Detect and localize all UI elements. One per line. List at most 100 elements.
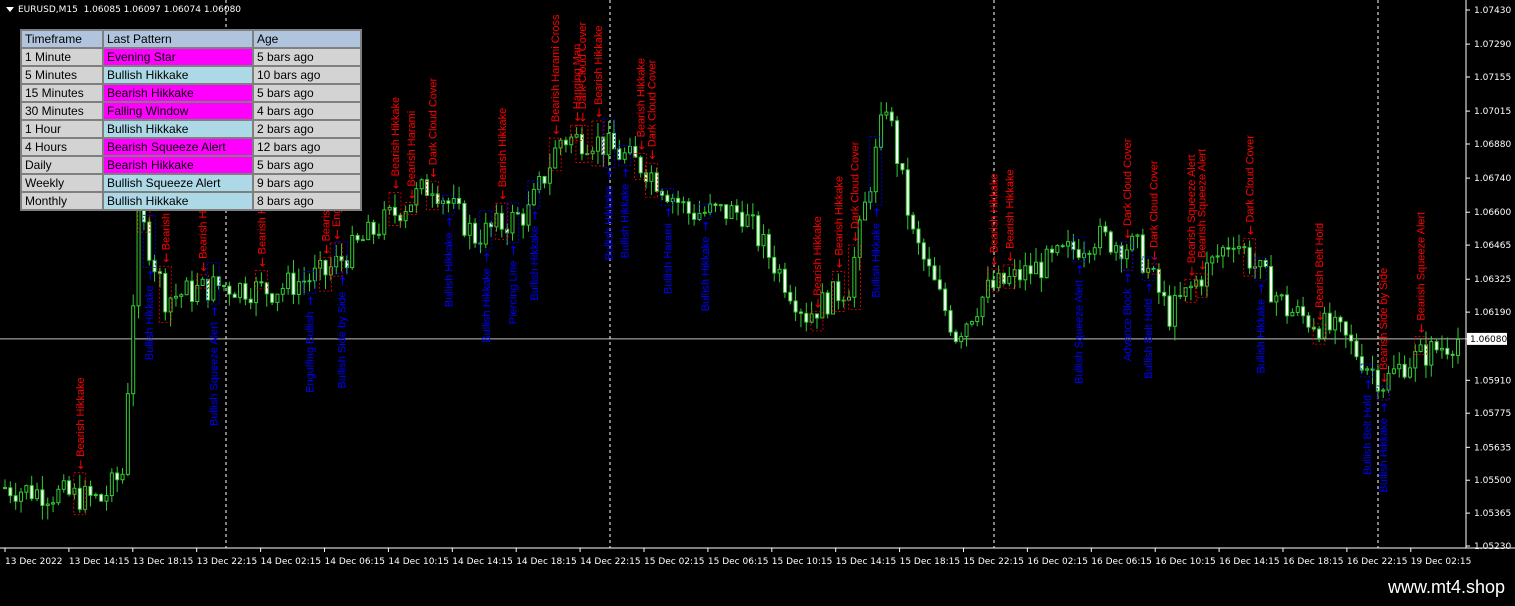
candle-body — [392, 206, 397, 216]
bullish-pattern-label: Bullish Squeeze Alert — [1074, 280, 1086, 384]
candle-body — [56, 488, 61, 504]
candle-body — [1407, 367, 1412, 378]
candle-body — [51, 502, 56, 505]
pattern-cell: Evening Star — [102, 47, 254, 67]
time-label: 16 Dec 02:15 — [1027, 557, 1088, 567]
time-label: 13 Dec 18:15 — [133, 557, 194, 567]
candle-body — [232, 293, 237, 298]
candle-body — [1306, 315, 1311, 328]
candle-body — [184, 280, 189, 296]
candle-body — [622, 152, 627, 160]
candle-body — [1135, 234, 1140, 237]
timeframe-cell: 30 Minutes — [20, 101, 104, 121]
candle-body — [40, 489, 45, 506]
candle-body — [713, 203, 718, 207]
candle-body — [131, 305, 136, 395]
bullish-pattern-label: Bullish Hikkake — [144, 285, 156, 360]
candle-body — [718, 204, 723, 207]
candle-body — [1215, 255, 1220, 258]
bullish-arrow-icon: ↑ — [621, 167, 631, 181]
bearish-pattern-label: Dark Cloud Cover — [1122, 138, 1134, 226]
candle-body — [510, 211, 515, 234]
bullish-arrow-icon: ↑ — [872, 206, 882, 220]
candle-body — [1381, 389, 1386, 392]
bearish-arrow-icon: ↓ — [332, 228, 342, 242]
candle-body — [1290, 311, 1295, 317]
candle-body — [1108, 231, 1113, 253]
candle-body — [1162, 291, 1167, 297]
candle-body — [724, 204, 729, 220]
candle-body — [542, 176, 547, 184]
candle-body — [734, 205, 739, 213]
bearish-arrow-icon: ↓ — [498, 188, 508, 202]
candle-body — [1434, 341, 1439, 351]
candle-body — [1333, 316, 1338, 331]
pattern-cell: Bullish Hikkake — [102, 191, 254, 211]
candle-body — [1236, 246, 1241, 249]
candle-body — [307, 280, 312, 283]
candle-body — [1397, 363, 1402, 370]
pattern-cell: Bearish Hikkake — [102, 155, 254, 175]
candle-body — [1445, 347, 1450, 355]
candle-body — [1188, 285, 1193, 289]
candle-body — [35, 489, 40, 500]
candle-body — [863, 201, 868, 221]
bearish-pattern-label: Bearish Hikkake — [833, 176, 845, 255]
dropdown-triangle-icon[interactable] — [6, 7, 14, 12]
time-label: 15 Dec 06:15 — [708, 557, 769, 567]
price-label: 1.06325 — [1474, 275, 1511, 285]
candle-body — [483, 222, 488, 245]
candle-body — [499, 212, 504, 230]
candle-body — [900, 163, 905, 171]
table-row: Daily Bearish Hikkake 5 bars ago — [20, 155, 362, 175]
bullish-pattern-label: Bullish Hikkake — [604, 186, 616, 261]
candle-body — [1050, 248, 1055, 254]
footer-bar: www.mt4.shop — [0, 571, 1515, 606]
candle-body — [537, 176, 542, 190]
chart-area[interactable]: 1.07430 1.07290 1.07155 1.07015 1.06880 1.067… — [0, 0, 1515, 570]
candle-body — [692, 212, 697, 220]
table-row: 30 Minutes Falling Window 4 bars ago — [20, 101, 362, 121]
candle-body — [77, 487, 82, 510]
bearish-arrow-icon: ↓ — [428, 166, 438, 180]
candle-body — [1076, 249, 1081, 259]
bearish-pattern-label: Bearish Harami — [406, 111, 418, 187]
candle-body — [24, 485, 29, 493]
time-label: 16 Dec 14:15 — [1219, 557, 1280, 567]
bearish-pattern-label: Dark Cloud Cover — [1245, 135, 1257, 223]
time-label: 13 Dec 14:15 — [69, 557, 130, 567]
symbol-title: EURUSD,M15 1.06085 1.06097 1.06074 1.060… — [6, 5, 241, 15]
bearish-pattern-label: Bearish Hikkake — [1004, 169, 1016, 248]
candle-body — [1172, 294, 1177, 327]
bearish-pattern-label: Dark Cloud Cover — [577, 22, 589, 110]
ohlc-values: 1.06085 1.06097 1.06074 1.06080 — [83, 5, 242, 15]
candle-body — [179, 294, 184, 297]
timeframe-cell: Weekly — [20, 173, 104, 193]
site-link[interactable]: www.mt4.shop — [1388, 577, 1505, 598]
candle-body — [825, 292, 830, 315]
candle-body — [136, 198, 141, 307]
pattern-table: Timeframe Last Pattern Age 1 Minute Eveni… — [20, 29, 362, 211]
candle-body — [430, 193, 435, 196]
bearish-arrow-icon: ↓ — [1315, 309, 1325, 323]
candle-body — [280, 288, 285, 295]
candle-body — [29, 485, 34, 500]
candle-body — [419, 179, 424, 190]
candle-body — [985, 279, 990, 298]
time-label: 16 Dec 06:15 — [1091, 557, 1152, 567]
candle-body — [1199, 279, 1204, 287]
candle-body — [937, 279, 942, 290]
time-label: 14 Dec 18:15 — [516, 557, 577, 567]
time-label: 16 Dec 18:15 — [1283, 557, 1344, 567]
table-row: 1 Hour Bullish Hikkake 2 bars ago — [20, 119, 362, 139]
candle-body — [1301, 306, 1306, 317]
bullish-pattern-label: Bullish Squeeze Alert — [208, 322, 220, 426]
bearish-pattern-label: Bearish Hikkake — [390, 97, 402, 176]
candle-body — [595, 136, 600, 152]
candle-body — [1028, 265, 1033, 275]
price-label: 1.07290 — [1474, 40, 1511, 50]
candle-body — [798, 311, 803, 314]
bullish-arrow-icon: ↑ — [1075, 263, 1085, 277]
candle-body — [895, 120, 900, 165]
candle-body — [8, 487, 13, 497]
